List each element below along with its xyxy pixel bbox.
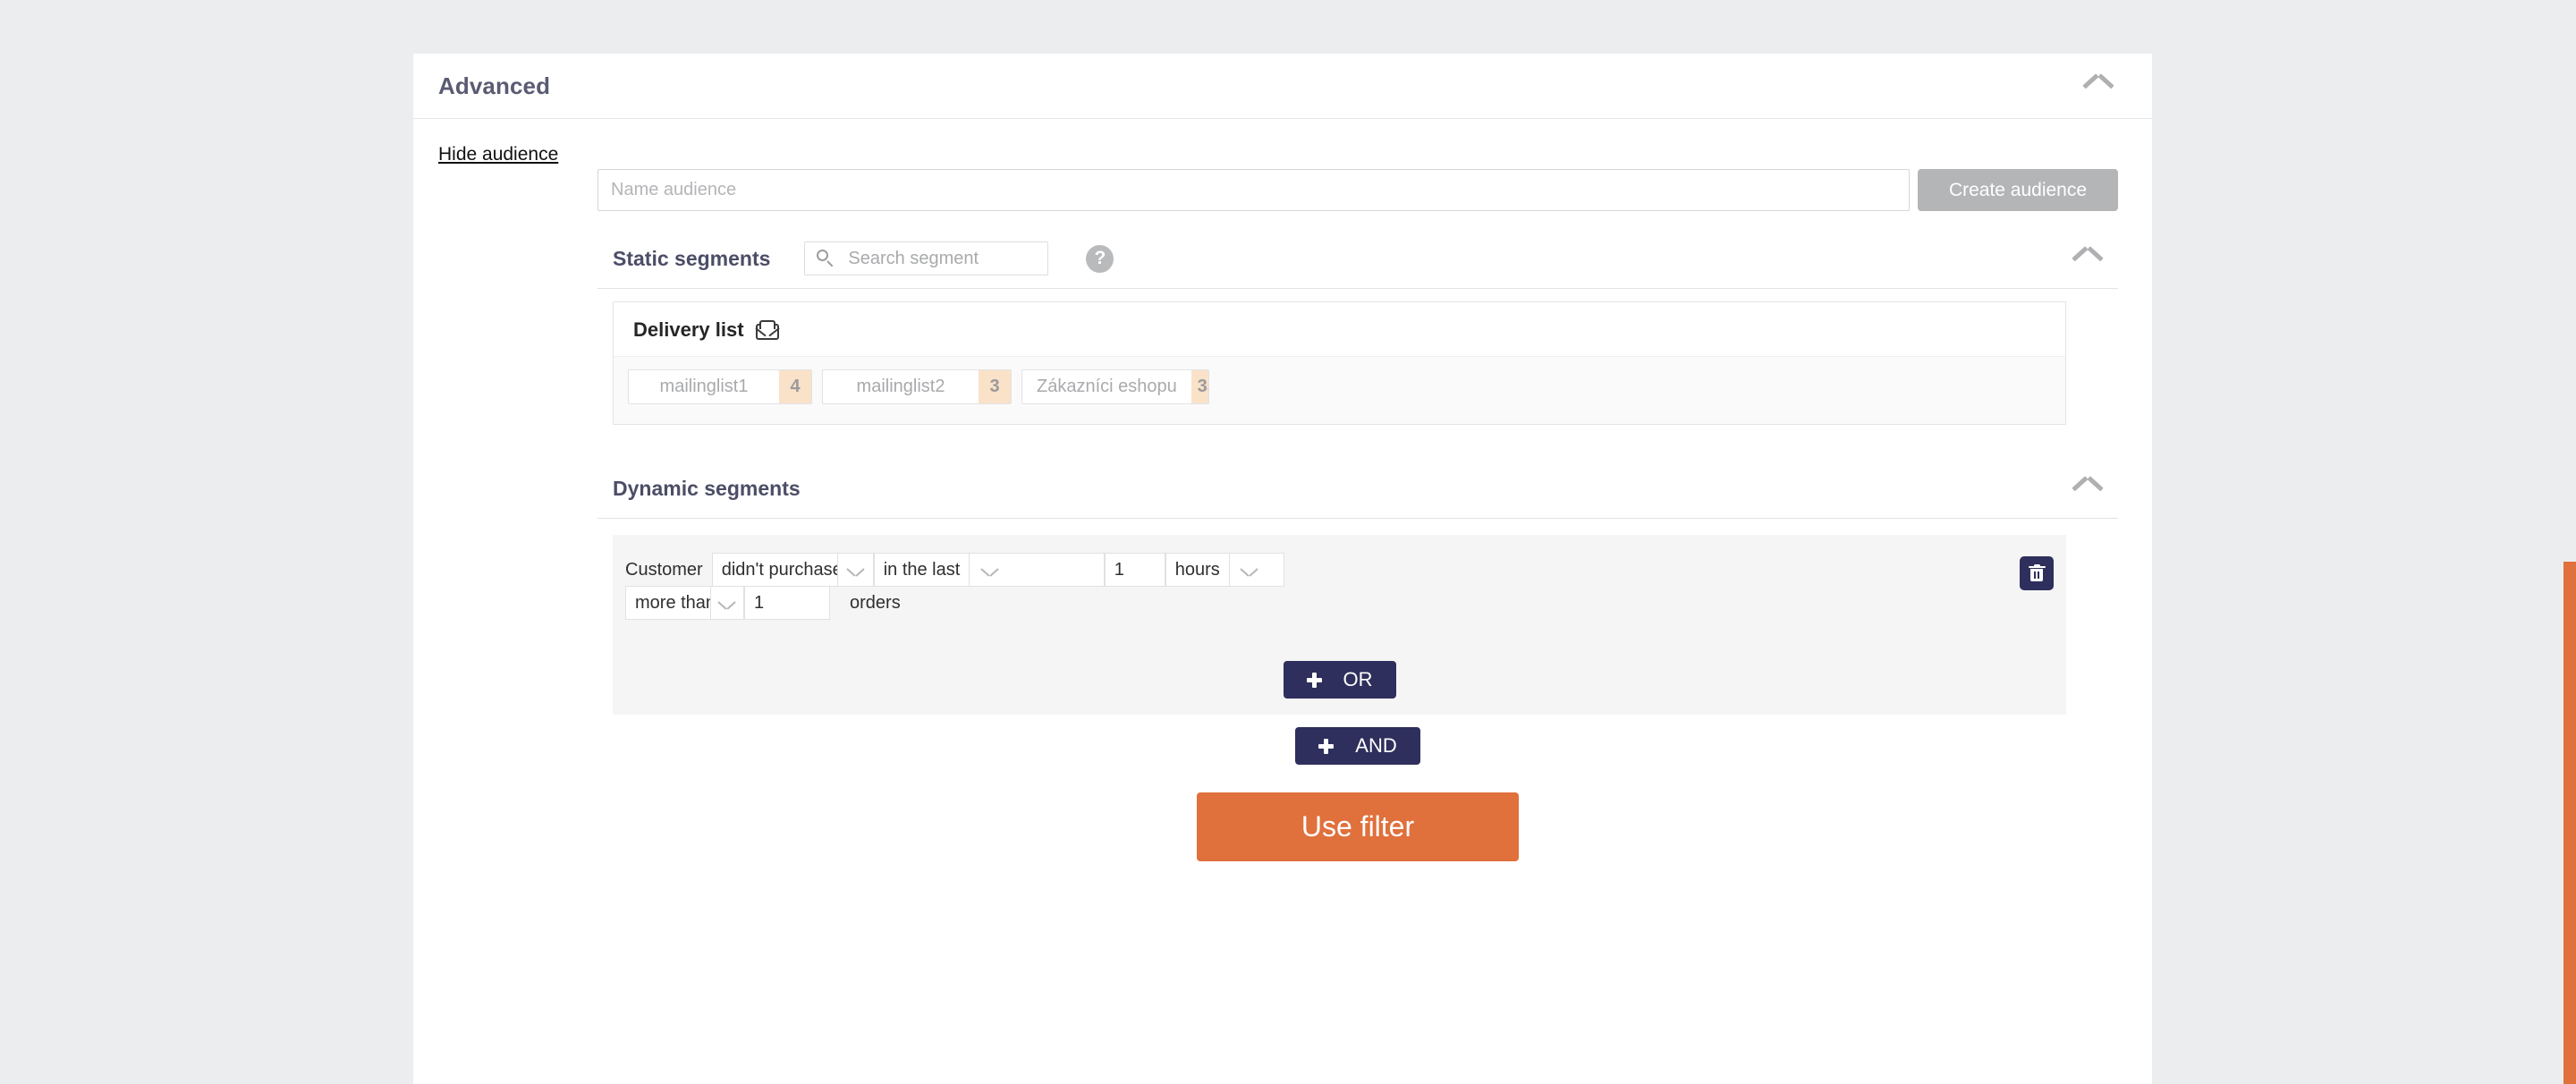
static-segments-collapse-button[interactable] (2063, 239, 2113, 278)
envelope-icon (754, 319, 780, 340)
segment-chip-label: Zákazníci eshopu (1037, 377, 1177, 396)
condition-timeframe-select[interactable]: in the last (873, 553, 1105, 587)
condition-row-primary: Customer didn't purchase in the last hou… (625, 553, 2066, 587)
chevron-up-icon (2085, 79, 2112, 93)
panel-header: Advanced (413, 54, 2152, 119)
use-filter-row: Use filter (597, 792, 2118, 861)
segment-chip[interactable]: mailinglist1 4 (628, 369, 812, 404)
panel-body: Hide audience Create audience Static seg… (413, 119, 2152, 861)
condition-compare-select[interactable]: more than (625, 586, 744, 620)
chevron-up-icon (2074, 251, 2101, 266)
delete-condition-button[interactable] (2020, 556, 2054, 590)
segment-chip-label: mailinglist1 (659, 377, 749, 396)
static-segments-header: Static segments ? (597, 229, 2118, 289)
condition-time-unit-value: hours (1174, 559, 1220, 580)
condition-action-select[interactable]: didn't purchase (711, 553, 874, 587)
help-icon[interactable]: ? (1086, 244, 1114, 273)
plus-icon (1318, 738, 1335, 754)
segment-chip-label: mailinglist2 (856, 377, 945, 396)
condition-timeframe-value: in the last (883, 559, 961, 580)
delivery-list-header: Delivery list (614, 318, 2065, 342)
plus-icon (1306, 672, 1322, 688)
add-or-label: OR (1343, 668, 1373, 690)
create-audience-button[interactable]: Create audience (1918, 169, 2118, 211)
page-title: Advanced (438, 72, 551, 99)
advanced-panel: Advanced Hide audience Create audience S… (413, 54, 2152, 1084)
condition-order-count-input[interactable] (744, 586, 830, 620)
static-segments-title: Static segments (613, 246, 771, 270)
dynamic-segments-title: Dynamic segments (613, 476, 801, 500)
dynamic-condition-group: Customer didn't purchase in the last hou… (613, 535, 2066, 715)
add-or-row: OR (613, 661, 2066, 699)
segment-chip[interactable]: Zákazníci eshopu 35 (1021, 369, 1209, 404)
panel-collapse-button[interactable] (2073, 66, 2123, 106)
segment-chip[interactable]: mailinglist2 3 (822, 369, 1012, 404)
chevron-down-icon (709, 587, 743, 619)
delivery-list-card: Delivery list mailinglist1 4 mailinglist… (613, 301, 2066, 425)
add-and-button[interactable]: AND (1295, 727, 1420, 765)
audience-name-input[interactable] (597, 169, 1910, 211)
delivery-list-title: Delivery list (633, 318, 744, 341)
dynamic-segments-collapse-button[interactable] (2063, 469, 2113, 508)
segment-search-wrapper (804, 241, 1049, 275)
add-and-label: AND (1355, 734, 1397, 757)
segment-chip-count: 35 (1191, 370, 1208, 403)
chevron-down-icon (1228, 554, 1269, 586)
hide-audience-link[interactable]: Hide audience (438, 144, 558, 165)
add-and-row: AND (597, 727, 2118, 765)
add-or-button[interactable]: OR (1283, 661, 1396, 699)
dynamic-segments-header: Dynamic segments (597, 459, 2118, 519)
condition-rows: Customer didn't purchase in the last hou… (613, 553, 2066, 620)
search-segment-input[interactable] (804, 241, 1049, 275)
scroll-indicator[interactable] (2563, 562, 2576, 1084)
segment-chip-count: 4 (779, 370, 811, 403)
segment-chip-count: 3 (979, 370, 1011, 403)
delivery-list-chips: mailinglist1 4 mailinglist2 3 Zákazníci … (614, 356, 2065, 424)
chevron-down-icon (969, 554, 1009, 586)
audience-area: Create audience Static segments ? (597, 169, 2118, 861)
use-filter-button[interactable]: Use filter (1197, 792, 1519, 861)
chevron-down-icon (836, 554, 873, 586)
condition-subject-label: Customer (625, 559, 703, 580)
condition-orders-label: orders (850, 592, 901, 613)
condition-action-value: didn't purchase (721, 559, 837, 580)
condition-time-amount-input[interactable] (1104, 553, 1165, 587)
condition-time-unit-select[interactable]: hours (1165, 553, 1284, 587)
audience-name-row: Create audience (597, 169, 2118, 211)
chevron-up-icon (2074, 481, 2101, 495)
trash-icon (2028, 563, 2046, 583)
condition-row-secondary: more than orders (625, 586, 2066, 620)
condition-compare-value: more than (635, 592, 710, 613)
